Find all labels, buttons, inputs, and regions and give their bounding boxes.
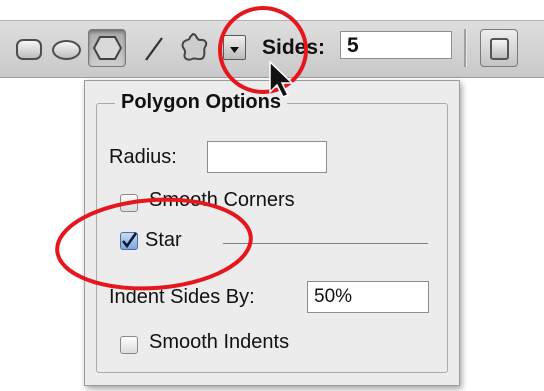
star-section-divider — [223, 243, 428, 244]
polygon-tool-icon — [92, 36, 123, 60]
sides-input[interactable]: 5 — [340, 31, 452, 59]
indent-sides-input[interactable]: 50% — [307, 281, 429, 313]
sides-label: Sides: — [262, 36, 326, 59]
geometry-options-dropdown[interactable] — [223, 35, 246, 60]
smooth-corners-checkbox[interactable] — [120, 194, 138, 212]
smooth-corners-label: Smooth Corners — [149, 189, 295, 211]
radius-label: Radius: — [109, 146, 177, 168]
radius-input[interactable] — [207, 141, 327, 173]
path-alignment-button[interactable] — [480, 29, 518, 67]
checkmark-icon — [121, 232, 138, 249]
chevron-down-icon — [230, 47, 239, 53]
panel-title: Polygon Options — [115, 91, 287, 114]
toolbar-divider — [464, 29, 467, 67]
custom-shape-tool-icon[interactable] — [178, 31, 212, 65]
line-tool-icon[interactable] — [140, 33, 168, 65]
shape-options-toolbar: Sides: 5 — [0, 20, 544, 78]
polygon-options-panel: Polygon Options Radius: Smooth Corners S… — [84, 80, 460, 386]
polygon-tool-button[interactable] — [88, 29, 126, 67]
smooth-indents-label: Smooth Indents — [149, 331, 290, 353]
star-checkbox[interactable] — [120, 232, 138, 250]
ellipse-tool-icon[interactable] — [52, 40, 81, 60]
star-label: Star — [145, 229, 182, 251]
smooth-indents-checkbox[interactable] — [120, 336, 138, 354]
path-alignment-icon — [490, 38, 509, 60]
rectangle-tool-icon[interactable] — [16, 39, 42, 60]
indent-sides-label: Indent Sides By: — [109, 286, 255, 308]
